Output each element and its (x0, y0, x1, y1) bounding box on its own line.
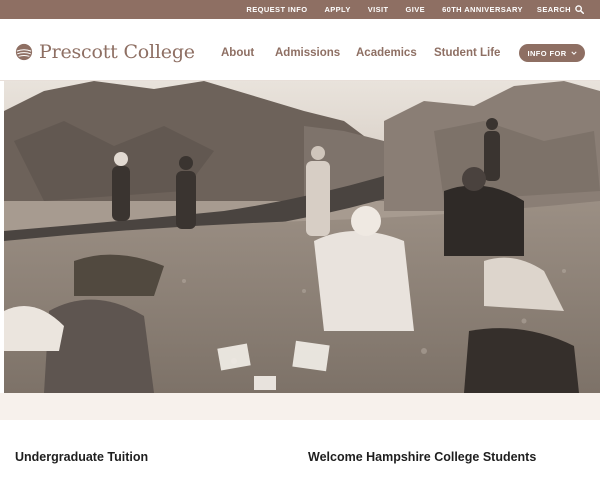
field-class-photo (4, 81, 600, 393)
nav-academics[interactable]: Academics (356, 47, 417, 59)
site-logo[interactable]: Prescott College (15, 41, 195, 63)
anniversary-link[interactable]: 60TH ANNIVERSARY (442, 5, 523, 14)
visit-link[interactable]: VISIT (368, 5, 389, 14)
hero-band (0, 393, 600, 420)
info-for-button[interactable]: INFO FOR (519, 44, 585, 62)
nav-about[interactable]: About (221, 47, 254, 59)
main-header: Prescott College About Admissions Academ… (0, 19, 600, 81)
request-info-link[interactable]: REQUEST INFO (246, 5, 307, 14)
info-for-label: INFO FOR (527, 48, 567, 58)
give-link[interactable]: GIVE (406, 5, 426, 14)
utility-bar: REQUEST INFO APPLY VISIT GIVE 60TH ANNIV… (0, 0, 600, 19)
undergraduate-tuition-heading[interactable]: Undergraduate Tuition (15, 450, 148, 464)
nav-student-life[interactable]: Student Life (434, 47, 500, 59)
chevron-down-icon (570, 51, 577, 55)
hampshire-students-heading[interactable]: Welcome Hampshire College Students (308, 450, 536, 464)
search-button[interactable]: SEARCH (537, 5, 584, 14)
search-icon (575, 5, 584, 14)
nav-admissions[interactable]: Admissions (275, 47, 340, 59)
logo-text: Prescott College (39, 41, 195, 63)
search-label: SEARCH (536, 5, 571, 14)
prescott-logo-mark (15, 43, 33, 61)
hero-image (4, 81, 600, 393)
apply-link[interactable]: APPLY (324, 5, 350, 14)
